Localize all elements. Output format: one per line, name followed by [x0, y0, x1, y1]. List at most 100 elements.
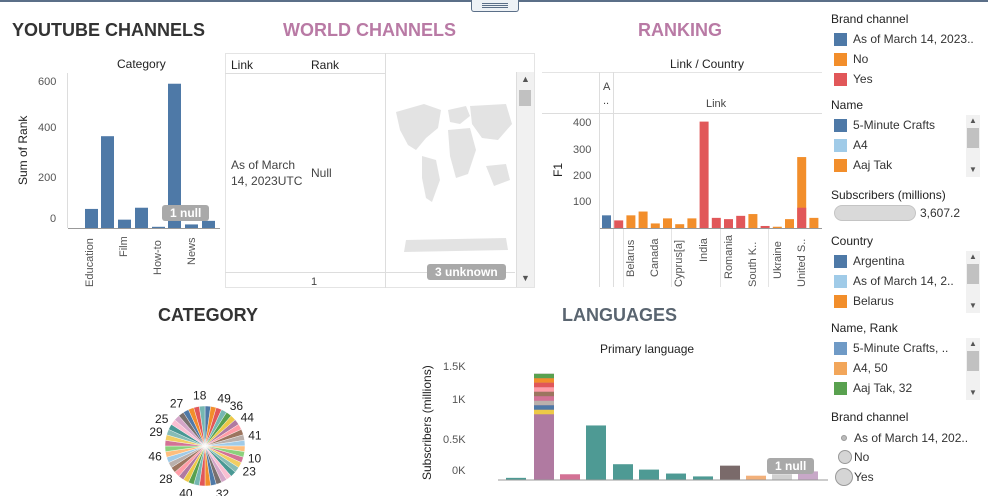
legend-name-label-0: 5-Minute Crafts — [853, 118, 936, 132]
legend-name-item[interactable]: 5-Minute Crafts — [834, 118, 935, 132]
languages-null-badge[interactable]: 1 null — [767, 458, 815, 474]
world-header-divider — [225, 73, 385, 74]
legend-namerank-item[interactable]: 5-Minute Crafts, .. — [834, 341, 948, 355]
ranking-bar[interactable] — [602, 215, 611, 228]
ranking-bar[interactable] — [809, 217, 819, 228]
world-scrollbar[interactable]: ▲ ▼ — [516, 72, 534, 287]
youtube-bar[interactable] — [135, 207, 148, 228]
language-bar-segment[interactable] — [534, 400, 554, 406]
language-bar-segment[interactable] — [534, 396, 554, 401]
legend-name-scrollbar[interactable]: ▲ ▼ — [966, 115, 980, 177]
pie-label: 23 — [243, 465, 257, 479]
youtube-bar[interactable] — [101, 136, 114, 228]
languages-ytick-500: 0.5K — [443, 434, 466, 446]
youtube-bar[interactable] — [202, 220, 215, 228]
ranking-bar[interactable] — [785, 219, 794, 228]
pie-label: 44 — [241, 411, 255, 425]
language-bar[interactable] — [613, 464, 633, 480]
language-bar[interactable] — [720, 465, 740, 480]
languages-ytick-1500: 1.5K — [443, 361, 466, 373]
swatch-light-blue — [834, 138, 847, 152]
swatch-red — [834, 72, 847, 86]
legend-country-item[interactable]: Belarus — [834, 294, 894, 308]
world-row-rank[interactable]: Null — [311, 166, 332, 180]
scroll-up-icon[interactable]: ▲ — [969, 252, 977, 261]
ranking-bar[interactable] — [638, 211, 648, 228]
legend-brand-item[interactable]: As of March 14, 2023.. — [834, 32, 974, 46]
pie-label: 25 — [155, 412, 169, 426]
legend-country-scrollbar[interactable]: ▲ ▼ — [966, 251, 980, 313]
ranking-bar[interactable] — [626, 215, 636, 228]
ranking-ytick-400: 400 — [573, 117, 592, 129]
category-title: CATEGORY — [158, 305, 259, 325]
legend-name-item[interactable]: A4 — [834, 138, 868, 152]
ranking-bar-stack[interactable] — [797, 207, 807, 228]
pane-resize-handle[interactable] — [471, 0, 519, 12]
ranking-bar[interactable] — [663, 218, 672, 228]
world-unknown-badge[interactable]: 3 unknown — [427, 264, 506, 280]
ranking-bar[interactable] — [724, 219, 733, 228]
pie-label: 10 — [248, 451, 262, 465]
legend-namerank-item[interactable]: A4, 50 — [834, 361, 888, 375]
legend-name-scroll-thumb[interactable] — [967, 128, 979, 148]
ranking-xlabel-india: India — [698, 238, 710, 262]
language-bar[interactable] — [666, 473, 686, 480]
language-bar-segment[interactable] — [534, 409, 554, 415]
legend-country-scroll-thumb[interactable] — [967, 264, 979, 284]
language-bar[interactable] — [560, 474, 580, 480]
languages-ytick-1000: 1K — [452, 394, 466, 406]
ranking-bar[interactable] — [711, 217, 721, 228]
ranking-col-header-a: A .. — [603, 81, 610, 107]
pie-label: 29 — [149, 425, 163, 439]
legend-namerank-item[interactable]: Aaj Tak, 32 — [834, 381, 912, 395]
legend-country-item[interactable]: As of March 14, 2.. — [834, 274, 954, 288]
youtube-bar[interactable] — [118, 219, 131, 228]
scroll-down-icon[interactable]: ▼ — [969, 301, 977, 310]
ranking-bar[interactable] — [614, 220, 624, 228]
legend-name-item[interactable]: Aaj Tak — [834, 158, 892, 172]
world-col-link[interactable]: Link — [231, 58, 253, 72]
language-bar-segment[interactable] — [534, 405, 554, 410]
world-col-rank[interactable]: Rank — [311, 58, 339, 72]
language-bar-segment[interactable] — [534, 391, 554, 397]
swatch-orange — [834, 361, 847, 375]
pie-label: 28 — [159, 472, 173, 486]
scroll-up-icon[interactable]: ▲ — [969, 116, 977, 125]
legend-brand2-item[interactable]: No — [838, 450, 869, 464]
scroll-up-icon[interactable]: ▲ — [521, 74, 530, 84]
legend-namerank-scrollbar[interactable]: ▲ ▼ — [966, 338, 980, 400]
language-bar[interactable] — [772, 474, 792, 480]
category-pie-chart[interactable]: 18 49364441102332402846292527 — [130, 360, 280, 496]
ranking-bar[interactable] — [748, 214, 758, 228]
ranking-bar[interactable] — [699, 121, 709, 228]
scroll-down-icon[interactable]: ▼ — [969, 388, 977, 397]
language-bar-segment[interactable] — [534, 382, 554, 388]
ranking-bar[interactable] — [736, 215, 746, 228]
ranking-bar-chart[interactable] — [600, 114, 822, 229]
ranking-bar[interactable] — [687, 218, 697, 228]
youtube-bar[interactable] — [85, 208, 98, 228]
language-bar-segment[interactable] — [534, 373, 554, 379]
youtube-null-badge[interactable]: 1 null — [162, 205, 210, 221]
language-bar[interactable] — [693, 476, 713, 480]
language-bar-segment[interactable] — [534, 387, 554, 392]
language-bar[interactable] — [586, 425, 606, 480]
legend-brand2-item[interactable]: As of March 14, 202.. — [841, 431, 968, 445]
legend-brand-item[interactable]: Yes — [834, 72, 873, 86]
world-row-link[interactable]: As of March 14, 2023UTC — [231, 157, 307, 189]
legend-country-item[interactable]: Argentina — [834, 254, 904, 268]
scroll-down-icon[interactable]: ▼ — [969, 165, 977, 174]
swatch-orange — [834, 52, 847, 66]
legend-brand-title: Brand channel — [831, 12, 909, 26]
language-bar-segment[interactable] — [534, 378, 554, 383]
world-map[interactable] — [386, 90, 516, 255]
language-bar[interactable] — [639, 469, 659, 480]
languages-subtitle: Primary language — [600, 342, 695, 356]
legend-brand-item[interactable]: No — [834, 52, 868, 66]
language-bar[interactable] — [746, 475, 766, 480]
scroll-up-icon[interactable]: ▲ — [969, 339, 977, 348]
world-scroll-thumb[interactable] — [519, 90, 531, 106]
scroll-down-icon[interactable]: ▼ — [521, 273, 530, 283]
legend-brand2-item[interactable]: Yes — [835, 468, 874, 486]
legend-namerank-scroll-thumb[interactable] — [967, 351, 979, 371]
